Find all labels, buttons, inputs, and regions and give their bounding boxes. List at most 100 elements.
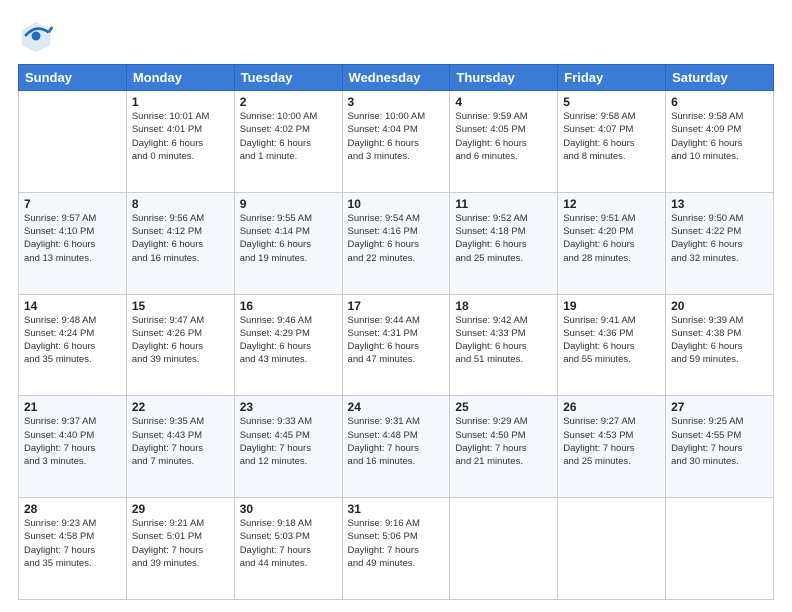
day-number: 26 bbox=[563, 400, 660, 414]
day-cell: 3Sunrise: 10:00 AM Sunset: 4:04 PM Dayli… bbox=[342, 91, 450, 193]
day-cell: 1Sunrise: 10:01 AM Sunset: 4:01 PM Dayli… bbox=[126, 91, 234, 193]
day-number: 17 bbox=[348, 299, 445, 313]
day-info: Sunrise: 9:27 AM Sunset: 4:53 PM Dayligh… bbox=[563, 415, 660, 468]
day-info: Sunrise: 9:58 AM Sunset: 4:09 PM Dayligh… bbox=[671, 110, 768, 163]
day-number: 12 bbox=[563, 197, 660, 211]
day-info: Sunrise: 9:39 AM Sunset: 4:38 PM Dayligh… bbox=[671, 314, 768, 367]
day-number: 31 bbox=[348, 502, 445, 516]
day-cell: 31Sunrise: 9:16 AM Sunset: 5:06 PM Dayli… bbox=[342, 498, 450, 600]
day-info: Sunrise: 9:33 AM Sunset: 4:45 PM Dayligh… bbox=[240, 415, 337, 468]
day-cell: 11Sunrise: 9:52 AM Sunset: 4:18 PM Dayli… bbox=[450, 192, 558, 294]
day-number: 10 bbox=[348, 197, 445, 211]
day-info: Sunrise: 9:59 AM Sunset: 4:05 PM Dayligh… bbox=[455, 110, 552, 163]
day-number: 9 bbox=[240, 197, 337, 211]
day-cell: 19Sunrise: 9:41 AM Sunset: 4:36 PM Dayli… bbox=[558, 294, 666, 396]
week-row-4: 21Sunrise: 9:37 AM Sunset: 4:40 PM Dayli… bbox=[19, 396, 774, 498]
day-number: 27 bbox=[671, 400, 768, 414]
day-number: 15 bbox=[132, 299, 229, 313]
day-cell: 17Sunrise: 9:44 AM Sunset: 4:31 PM Dayli… bbox=[342, 294, 450, 396]
day-number: 23 bbox=[240, 400, 337, 414]
day-cell: 5Sunrise: 9:58 AM Sunset: 4:07 PM Daylig… bbox=[558, 91, 666, 193]
weekday-thursday: Thursday bbox=[450, 65, 558, 91]
day-number: 8 bbox=[132, 197, 229, 211]
day-cell: 24Sunrise: 9:31 AM Sunset: 4:48 PM Dayli… bbox=[342, 396, 450, 498]
day-cell: 18Sunrise: 9:42 AM Sunset: 4:33 PM Dayli… bbox=[450, 294, 558, 396]
day-number: 11 bbox=[455, 197, 552, 211]
day-cell: 29Sunrise: 9:21 AM Sunset: 5:01 PM Dayli… bbox=[126, 498, 234, 600]
day-info: Sunrise: 9:51 AM Sunset: 4:20 PM Dayligh… bbox=[563, 212, 660, 265]
day-cell: 23Sunrise: 9:33 AM Sunset: 4:45 PM Dayli… bbox=[234, 396, 342, 498]
day-cell: 7Sunrise: 9:57 AM Sunset: 4:10 PM Daylig… bbox=[19, 192, 127, 294]
day-number: 5 bbox=[563, 95, 660, 109]
day-info: Sunrise: 9:18 AM Sunset: 5:03 PM Dayligh… bbox=[240, 517, 337, 570]
day-info: Sunrise: 9:46 AM Sunset: 4:29 PM Dayligh… bbox=[240, 314, 337, 367]
day-cell: 2Sunrise: 10:00 AM Sunset: 4:02 PM Dayli… bbox=[234, 91, 342, 193]
day-cell: 26Sunrise: 9:27 AM Sunset: 4:53 PM Dayli… bbox=[558, 396, 666, 498]
day-info: Sunrise: 9:35 AM Sunset: 4:43 PM Dayligh… bbox=[132, 415, 229, 468]
day-info: Sunrise: 9:52 AM Sunset: 4:18 PM Dayligh… bbox=[455, 212, 552, 265]
day-info: Sunrise: 9:31 AM Sunset: 4:48 PM Dayligh… bbox=[348, 415, 445, 468]
day-info: Sunrise: 9:16 AM Sunset: 5:06 PM Dayligh… bbox=[348, 517, 445, 570]
day-info: Sunrise: 9:41 AM Sunset: 4:36 PM Dayligh… bbox=[563, 314, 660, 367]
week-row-1: 1Sunrise: 10:01 AM Sunset: 4:01 PM Dayli… bbox=[19, 91, 774, 193]
day-number: 6 bbox=[671, 95, 768, 109]
day-cell: 12Sunrise: 9:51 AM Sunset: 4:20 PM Dayli… bbox=[558, 192, 666, 294]
day-info: Sunrise: 9:25 AM Sunset: 4:55 PM Dayligh… bbox=[671, 415, 768, 468]
day-number: 14 bbox=[24, 299, 121, 313]
day-info: Sunrise: 9:54 AM Sunset: 4:16 PM Dayligh… bbox=[348, 212, 445, 265]
day-cell: 25Sunrise: 9:29 AM Sunset: 4:50 PM Dayli… bbox=[450, 396, 558, 498]
day-info: Sunrise: 9:55 AM Sunset: 4:14 PM Dayligh… bbox=[240, 212, 337, 265]
day-number: 20 bbox=[671, 299, 768, 313]
day-cell: 16Sunrise: 9:46 AM Sunset: 4:29 PM Dayli… bbox=[234, 294, 342, 396]
day-info: Sunrise: 9:37 AM Sunset: 4:40 PM Dayligh… bbox=[24, 415, 121, 468]
header bbox=[18, 18, 774, 54]
weekday-header-row: SundayMondayTuesdayWednesdayThursdayFrid… bbox=[19, 65, 774, 91]
day-info: Sunrise: 9:21 AM Sunset: 5:01 PM Dayligh… bbox=[132, 517, 229, 570]
day-cell: 28Sunrise: 9:23 AM Sunset: 4:58 PM Dayli… bbox=[19, 498, 127, 600]
day-info: Sunrise: 9:58 AM Sunset: 4:07 PM Dayligh… bbox=[563, 110, 660, 163]
day-info: Sunrise: 10:01 AM Sunset: 4:01 PM Daylig… bbox=[132, 110, 229, 163]
day-info: Sunrise: 9:23 AM Sunset: 4:58 PM Dayligh… bbox=[24, 517, 121, 570]
day-info: Sunrise: 9:44 AM Sunset: 4:31 PM Dayligh… bbox=[348, 314, 445, 367]
day-number: 21 bbox=[24, 400, 121, 414]
day-info: Sunrise: 9:48 AM Sunset: 4:24 PM Dayligh… bbox=[24, 314, 121, 367]
day-number: 25 bbox=[455, 400, 552, 414]
day-number: 18 bbox=[455, 299, 552, 313]
day-cell: 14Sunrise: 9:48 AM Sunset: 4:24 PM Dayli… bbox=[19, 294, 127, 396]
day-cell: 13Sunrise: 9:50 AM Sunset: 4:22 PM Dayli… bbox=[666, 192, 774, 294]
day-cell: 4Sunrise: 9:59 AM Sunset: 4:05 PM Daylig… bbox=[450, 91, 558, 193]
day-info: Sunrise: 9:56 AM Sunset: 4:12 PM Dayligh… bbox=[132, 212, 229, 265]
day-number: 16 bbox=[240, 299, 337, 313]
day-cell bbox=[666, 498, 774, 600]
day-cell: 27Sunrise: 9:25 AM Sunset: 4:55 PM Dayli… bbox=[666, 396, 774, 498]
day-number: 24 bbox=[348, 400, 445, 414]
weekday-tuesday: Tuesday bbox=[234, 65, 342, 91]
weekday-wednesday: Wednesday bbox=[342, 65, 450, 91]
day-cell: 9Sunrise: 9:55 AM Sunset: 4:14 PM Daylig… bbox=[234, 192, 342, 294]
day-number: 29 bbox=[132, 502, 229, 516]
day-cell bbox=[450, 498, 558, 600]
day-number: 22 bbox=[132, 400, 229, 414]
day-number: 7 bbox=[24, 197, 121, 211]
weekday-saturday: Saturday bbox=[666, 65, 774, 91]
day-info: Sunrise: 9:57 AM Sunset: 4:10 PM Dayligh… bbox=[24, 212, 121, 265]
week-row-5: 28Sunrise: 9:23 AM Sunset: 4:58 PM Dayli… bbox=[19, 498, 774, 600]
logo bbox=[18, 18, 58, 54]
day-info: Sunrise: 9:29 AM Sunset: 4:50 PM Dayligh… bbox=[455, 415, 552, 468]
page: SundayMondayTuesdayWednesdayThursdayFrid… bbox=[0, 0, 792, 612]
week-row-2: 7Sunrise: 9:57 AM Sunset: 4:10 PM Daylig… bbox=[19, 192, 774, 294]
weekday-friday: Friday bbox=[558, 65, 666, 91]
day-cell: 30Sunrise: 9:18 AM Sunset: 5:03 PM Dayli… bbox=[234, 498, 342, 600]
day-number: 30 bbox=[240, 502, 337, 516]
day-cell bbox=[19, 91, 127, 193]
day-cell: 6Sunrise: 9:58 AM Sunset: 4:09 PM Daylig… bbox=[666, 91, 774, 193]
day-cell: 22Sunrise: 9:35 AM Sunset: 4:43 PM Dayli… bbox=[126, 396, 234, 498]
week-row-3: 14Sunrise: 9:48 AM Sunset: 4:24 PM Dayli… bbox=[19, 294, 774, 396]
day-cell bbox=[558, 498, 666, 600]
day-cell: 8Sunrise: 9:56 AM Sunset: 4:12 PM Daylig… bbox=[126, 192, 234, 294]
day-number: 13 bbox=[671, 197, 768, 211]
day-number: 4 bbox=[455, 95, 552, 109]
day-info: Sunrise: 9:50 AM Sunset: 4:22 PM Dayligh… bbox=[671, 212, 768, 265]
day-number: 1 bbox=[132, 95, 229, 109]
day-info: Sunrise: 9:42 AM Sunset: 4:33 PM Dayligh… bbox=[455, 314, 552, 367]
